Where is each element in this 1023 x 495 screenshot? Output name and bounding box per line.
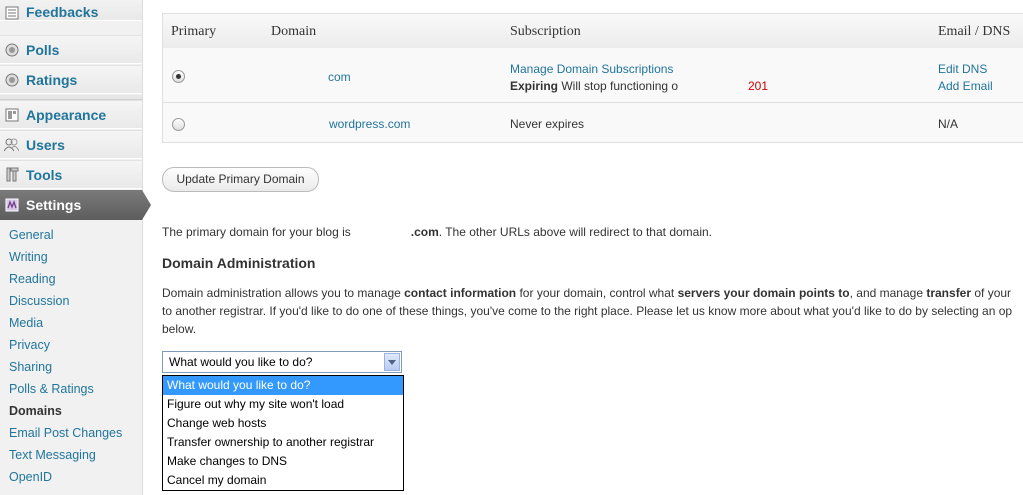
subscription-status: Never expires bbox=[510, 117, 585, 131]
text: for your domain, control what bbox=[516, 286, 678, 300]
submenu-discussion[interactable]: Discussion bbox=[9, 294, 69, 308]
submenu-email-post-changes[interactable]: Email Post Changes bbox=[9, 426, 122, 440]
domain-admin-description-line2: to another registrar. If you'd like to d… bbox=[162, 304, 1013, 318]
email-dns-status: N/A bbox=[938, 117, 959, 131]
option-dns-changes[interactable]: Make changes to DNS bbox=[163, 452, 403, 471]
col-email-dns: Email / DNS bbox=[938, 24, 1011, 39]
manage-subscriptions-link[interactable]: Manage Domain Subscriptions bbox=[510, 62, 673, 76]
primary-radio[interactable] bbox=[172, 118, 185, 131]
option-change-web-hosts[interactable]: Change web hosts bbox=[163, 414, 403, 433]
domain-admin-heading: Domain Administration bbox=[162, 255, 316, 271]
domains-table-header: Primary Domain Subscription Email / DNS bbox=[162, 13, 1023, 49]
menu-label: Appearance bbox=[26, 107, 107, 123]
submenu-media[interactable]: Media bbox=[9, 316, 43, 330]
menu-ratings[interactable]: Ratings bbox=[0, 65, 142, 94]
text: of your bbox=[971, 286, 1012, 300]
menu-users[interactable]: Users bbox=[0, 130, 142, 159]
table-row: wordpress.com Never expires N/A bbox=[162, 103, 1023, 143]
col-domain: Domain bbox=[271, 24, 317, 39]
select-value: What would you like to do? bbox=[169, 355, 313, 369]
tools-icon bbox=[4, 167, 19, 182]
menu-label: Settings bbox=[26, 197, 82, 213]
text-bold: transfer bbox=[926, 286, 972, 300]
menu-appearance[interactable]: Appearance bbox=[0, 100, 142, 129]
feedbacks-icon bbox=[4, 5, 19, 20]
menu-settings[interactable]: Settings bbox=[0, 190, 151, 220]
menu-tools[interactable]: Tools bbox=[0, 160, 142, 189]
note-domain: .com bbox=[410, 225, 439, 239]
col-subscription: Subscription bbox=[510, 24, 581, 39]
domain-admin-description-line3: below. bbox=[162, 322, 197, 336]
submenu-polls-ratings[interactable]: Polls & Ratings bbox=[9, 382, 94, 396]
domain-admin-description-line1: Domain administration allows you to mana… bbox=[162, 286, 1011, 300]
expiring-status: Expiring Will stop functioning o bbox=[510, 79, 678, 93]
expiring-label: Expiring bbox=[510, 79, 559, 93]
update-primary-domain-button[interactable]: Update Primary Domain bbox=[162, 167, 319, 192]
submenu-privacy[interactable]: Privacy bbox=[9, 338, 50, 352]
submenu-writing[interactable]: Writing bbox=[9, 250, 48, 264]
ratings-icon bbox=[4, 72, 19, 87]
col-primary: Primary bbox=[171, 24, 217, 39]
domain-action-options: What would you like to do? Figure out wh… bbox=[162, 375, 404, 491]
polls-icon bbox=[4, 42, 19, 57]
menu-feedbacks[interactable]: Feedbacks bbox=[0, 0, 142, 21]
submenu-reading[interactable]: Reading bbox=[9, 272, 56, 286]
chevron-down-icon[interactable] bbox=[384, 353, 400, 371]
menu-label: Feedbacks bbox=[26, 4, 99, 20]
note-before: The primary domain for your blog is bbox=[162, 225, 351, 239]
text-bold: contact information bbox=[404, 286, 517, 300]
option-site-wont-load[interactable]: Figure out why my site won't load bbox=[163, 395, 403, 414]
add-email-link[interactable]: Add Email bbox=[938, 79, 993, 93]
expiring-text: Will stop functioning o bbox=[561, 79, 679, 93]
domain-action-select[interactable]: What would you like to do? bbox=[162, 351, 402, 373]
edit-dns-link[interactable]: Edit DNS bbox=[938, 62, 987, 76]
users-icon bbox=[4, 137, 19, 152]
text: Domain administration allows you to mana… bbox=[162, 286, 405, 300]
submenu-openid[interactable]: OpenID bbox=[9, 470, 52, 484]
main-content: Primary Domain Subscription Email / DNS … bbox=[143, 0, 1023, 495]
menu-polls[interactable]: Polls bbox=[0, 35, 142, 64]
menu-label: Tools bbox=[26, 167, 63, 183]
submenu-general[interactable]: General bbox=[9, 228, 53, 242]
submenu-sharing[interactable]: Sharing bbox=[9, 360, 52, 374]
submenu-domains[interactable]: Domains bbox=[9, 404, 62, 418]
primary-domain-note: The primary domain for your blog is .com.… bbox=[162, 225, 712, 239]
admin-sidebar: Feedbacks Polls Ratings Appearance Users… bbox=[0, 0, 151, 495]
settings-icon bbox=[4, 197, 19, 212]
appearance-icon bbox=[4, 107, 19, 122]
menu-label: Users bbox=[26, 137, 65, 153]
note-after: . The other URLs above will redirect to … bbox=[438, 225, 713, 239]
option-what-would-you-like[interactable]: What would you like to do? bbox=[163, 376, 403, 395]
text-bold: servers your domain points to bbox=[677, 286, 850, 300]
table-row: com Manage Domain Subscriptions Expiring… bbox=[162, 48, 1023, 103]
option-transfer-ownership[interactable]: Transfer ownership to another registrar bbox=[163, 433, 403, 452]
expiring-year: 201 bbox=[748, 79, 769, 93]
domain-link[interactable]: wordpress.com bbox=[329, 117, 410, 131]
domain-link[interactable]: com bbox=[328, 70, 351, 84]
text: , and manage bbox=[849, 286, 927, 300]
primary-radio[interactable] bbox=[172, 70, 185, 83]
menu-label: Ratings bbox=[26, 72, 78, 88]
menu-label: Polls bbox=[26, 42, 60, 58]
option-cancel-domain[interactable]: Cancel my domain bbox=[163, 471, 403, 490]
submenu-text-messaging[interactable]: Text Messaging bbox=[9, 448, 96, 462]
